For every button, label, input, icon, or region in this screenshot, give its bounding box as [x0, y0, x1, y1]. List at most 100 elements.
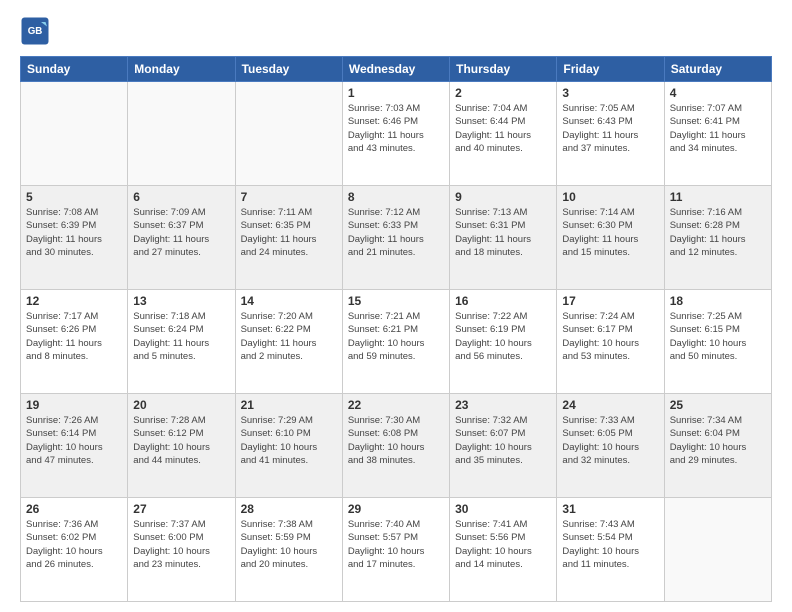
day-info: Sunrise: 7:04 AM Sunset: 6:44 PM Dayligh…: [455, 102, 551, 155]
calendar-cell: 9 Sunrise: 7:13 AM Sunset: 6:31 PM Daylig…: [450, 186, 557, 290]
calendar-cell: 8Sunrise: 7:12 AM Sunset: 6:33 PM Daylig…: [342, 186, 449, 290]
day-number: 14: [241, 294, 337, 308]
calendar-cell: 15 Sunrise: 7:21 AM Sunset: 6:21 PM Dayli…: [342, 290, 449, 394]
calendar-cell: 31 Sunrise: 7:43 AM Sunset: 5:54 PM Dayli…: [557, 498, 664, 602]
day-number: 12: [26, 294, 122, 308]
calendar-cell: 24 Sunrise: 7:33 AM Sunset: 6:05 PM Dayli…: [557, 394, 664, 498]
day-number: 18: [670, 294, 766, 308]
calendar-cell: 5 Sunrise: 7:08 AM Sunset: 6:39 PM Daylig…: [21, 186, 128, 290]
calendar-cell: 29 Sunrise: 7:40 AM Sunset: 5:57 PM Dayli…: [342, 498, 449, 602]
day-number: 27: [133, 502, 229, 516]
day-number: 9: [455, 190, 551, 204]
day-number: 5: [26, 190, 122, 204]
weekday-header-thursday: Thursday: [450, 57, 557, 82]
day-number: 4: [670, 86, 766, 100]
day-number: 30: [455, 502, 551, 516]
day-info: Sunrise: 7:18 AM Sunset: 6:24 PM Dayligh…: [133, 310, 229, 363]
day-info: Sunrise: 7:07 AM Sunset: 6:41 PM Dayligh…: [670, 102, 766, 155]
calendar-cell: [664, 498, 771, 602]
day-info: Sunrise: 7:11 AM Sunset: 6:35 PM Dayligh…: [241, 206, 337, 259]
calendar-cell: 28 Sunrise: 7:38 AM Sunset: 5:59 PM Dayli…: [235, 498, 342, 602]
day-info: Sunrise: 7:03 AM Sunset: 6:46 PM Dayligh…: [348, 102, 444, 155]
day-info: Sunrise: 7:37 AM Sunset: 6:00 PM Dayligh…: [133, 518, 229, 571]
calendar-cell: 3Sunrise: 7:05 AM Sunset: 6:43 PM Daylig…: [557, 82, 664, 186]
day-info: Sunrise: 7:33 AM Sunset: 6:05 PM Dayligh…: [562, 414, 658, 467]
calendar-cell: 16 Sunrise: 7:22 AM Sunset: 6:19 PM Dayli…: [450, 290, 557, 394]
day-info: Sunrise: 7:21 AM Sunset: 6:21 PM Dayligh…: [348, 310, 444, 363]
calendar-cell: 14 Sunrise: 7:20 AM Sunset: 6:22 PM Dayli…: [235, 290, 342, 394]
day-number: 1: [348, 86, 444, 100]
day-number: 29: [348, 502, 444, 516]
calendar-cell: 20Sunrise: 7:28 AM Sunset: 6:12 PM Dayli…: [128, 394, 235, 498]
day-info: Sunrise: 7:08 AM Sunset: 6:39 PM Dayligh…: [26, 206, 122, 259]
weekday-header-saturday: Saturday: [664, 57, 771, 82]
weekday-header-row: SundayMondayTuesdayWednesdayThursdayFrid…: [21, 57, 772, 82]
weekday-header-monday: Monday: [128, 57, 235, 82]
calendar-cell: [21, 82, 128, 186]
week-row-4: 19 Sunrise: 7:26 AM Sunset: 6:14 PM Dayli…: [21, 394, 772, 498]
calendar-cell: 10Sunrise: 7:14 AM Sunset: 6:30 PM Dayli…: [557, 186, 664, 290]
day-number: 24: [562, 398, 658, 412]
day-number: 20: [133, 398, 229, 412]
day-info: Sunrise: 7:43 AM Sunset: 5:54 PM Dayligh…: [562, 518, 658, 571]
day-number: 28: [241, 502, 337, 516]
day-number: 25: [670, 398, 766, 412]
day-info: Sunrise: 7:24 AM Sunset: 6:17 PM Dayligh…: [562, 310, 658, 363]
calendar-cell: 6 Sunrise: 7:09 AM Sunset: 6:37 PM Daylig…: [128, 186, 235, 290]
calendar-cell: 1 Sunrise: 7:03 AM Sunset: 6:46 PM Daylig…: [342, 82, 449, 186]
day-info: Sunrise: 7:38 AM Sunset: 5:59 PM Dayligh…: [241, 518, 337, 571]
day-number: 22: [348, 398, 444, 412]
day-info: Sunrise: 7:41 AM Sunset: 5:56 PM Dayligh…: [455, 518, 551, 571]
day-info: Sunrise: 7:26 AM Sunset: 6:14 PM Dayligh…: [26, 414, 122, 467]
svg-text:GB: GB: [28, 26, 43, 37]
week-row-1: 1 Sunrise: 7:03 AM Sunset: 6:46 PM Daylig…: [21, 82, 772, 186]
day-number: 13: [133, 294, 229, 308]
calendar-cell: 19 Sunrise: 7:26 AM Sunset: 6:14 PM Dayli…: [21, 394, 128, 498]
calendar-cell: 2Sunrise: 7:04 AM Sunset: 6:44 PM Daylig…: [450, 82, 557, 186]
calendar-cell: 12 Sunrise: 7:17 AM Sunset: 6:26 PM Dayli…: [21, 290, 128, 394]
day-number: 31: [562, 502, 658, 516]
weekday-header-wednesday: Wednesday: [342, 57, 449, 82]
calendar: SundayMondayTuesdayWednesdayThursdayFrid…: [20, 56, 772, 602]
day-info: Sunrise: 7:40 AM Sunset: 5:57 PM Dayligh…: [348, 518, 444, 571]
calendar-cell: 25 Sunrise: 7:34 AM Sunset: 6:04 PM Dayli…: [664, 394, 771, 498]
day-number: 10: [562, 190, 658, 204]
day-info: Sunrise: 7:12 AM Sunset: 6:33 PM Dayligh…: [348, 206, 444, 259]
day-info: Sunrise: 7:25 AM Sunset: 6:15 PM Dayligh…: [670, 310, 766, 363]
weekday-header-friday: Friday: [557, 57, 664, 82]
day-number: 16: [455, 294, 551, 308]
day-number: 6: [133, 190, 229, 204]
day-number: 11: [670, 190, 766, 204]
day-info: Sunrise: 7:34 AM Sunset: 6:04 PM Dayligh…: [670, 414, 766, 467]
day-info: Sunrise: 7:20 AM Sunset: 6:22 PM Dayligh…: [241, 310, 337, 363]
calendar-cell: 7Sunrise: 7:11 AM Sunset: 6:35 PM Daylig…: [235, 186, 342, 290]
day-info: Sunrise: 7:29 AM Sunset: 6:10 PM Dayligh…: [241, 414, 337, 467]
day-number: 26: [26, 502, 122, 516]
week-row-3: 12 Sunrise: 7:17 AM Sunset: 6:26 PM Dayli…: [21, 290, 772, 394]
page: GB SundayMondayTuesdayWednesdayThursdayF…: [0, 0, 792, 612]
day-number: 3: [562, 86, 658, 100]
calendar-cell: 26 Sunrise: 7:36 AM Sunset: 6:02 PM Dayli…: [21, 498, 128, 602]
weekday-header-sunday: Sunday: [21, 57, 128, 82]
day-number: 15: [348, 294, 444, 308]
calendar-cell: 30 Sunrise: 7:41 AM Sunset: 5:56 PM Dayli…: [450, 498, 557, 602]
week-row-2: 5 Sunrise: 7:08 AM Sunset: 6:39 PM Daylig…: [21, 186, 772, 290]
calendar-cell: 11 Sunrise: 7:16 AM Sunset: 6:28 PM Dayli…: [664, 186, 771, 290]
logo: GB: [20, 16, 54, 46]
day-info: Sunrise: 7:17 AM Sunset: 6:26 PM Dayligh…: [26, 310, 122, 363]
day-info: Sunrise: 7:22 AM Sunset: 6:19 PM Dayligh…: [455, 310, 551, 363]
day-number: 19: [26, 398, 122, 412]
calendar-cell: 22Sunrise: 7:30 AM Sunset: 6:08 PM Dayli…: [342, 394, 449, 498]
day-info: Sunrise: 7:16 AM Sunset: 6:28 PM Dayligh…: [670, 206, 766, 259]
calendar-cell: 27 Sunrise: 7:37 AM Sunset: 6:00 PM Dayli…: [128, 498, 235, 602]
calendar-cell: [128, 82, 235, 186]
week-row-5: 26 Sunrise: 7:36 AM Sunset: 6:02 PM Dayli…: [21, 498, 772, 602]
day-info: Sunrise: 7:36 AM Sunset: 6:02 PM Dayligh…: [26, 518, 122, 571]
calendar-cell: 4 Sunrise: 7:07 AM Sunset: 6:41 PM Daylig…: [664, 82, 771, 186]
day-info: Sunrise: 7:09 AM Sunset: 6:37 PM Dayligh…: [133, 206, 229, 259]
day-info: Sunrise: 7:32 AM Sunset: 6:07 PM Dayligh…: [455, 414, 551, 467]
day-info: Sunrise: 7:13 AM Sunset: 6:31 PM Dayligh…: [455, 206, 551, 259]
day-number: 23: [455, 398, 551, 412]
weekday-header-tuesday: Tuesday: [235, 57, 342, 82]
day-number: 17: [562, 294, 658, 308]
